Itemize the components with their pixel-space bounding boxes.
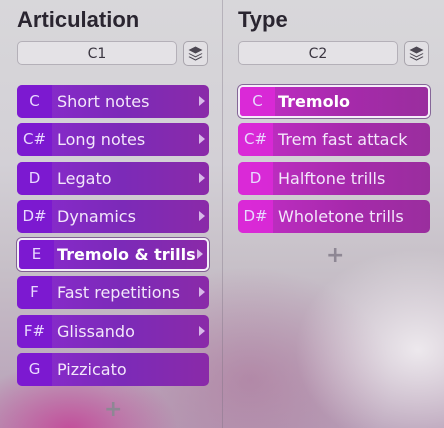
articulation-title: Articulation: [17, 7, 140, 32]
articulation-item-key: D#: [17, 199, 52, 233]
type-item[interactable]: D# Wholetone trills: [238, 199, 430, 233]
chevron-right-icon[interactable]: [199, 325, 205, 336]
articulation-item-key: D: [17, 161, 52, 195]
articulation-item-key: C#: [17, 123, 52, 157]
chevron-right-icon[interactable]: [199, 172, 205, 183]
articulation-item[interactable]: E Tremolo & trills: [17, 238, 209, 272]
type-item[interactable]: C# Trem fast attack: [238, 123, 430, 157]
type-item-key: D: [238, 161, 273, 195]
add-type-button[interactable]: +: [326, 245, 344, 267]
articulation-item-label: Tremolo & trills: [57, 245, 196, 265]
type-item-label: Trem fast attack: [278, 130, 408, 150]
articulation-item[interactable]: F Fast repetitions: [17, 276, 209, 310]
type-item-key: C: [240, 87, 275, 116]
add-articulation-button[interactable]: +: [104, 399, 122, 421]
articulation-item[interactable]: D# Dynamics: [17, 199, 209, 233]
articulation-item-label: Long notes: [57, 130, 146, 150]
type-item-key: D#: [238, 199, 273, 233]
articulation-item-key: G: [17, 353, 52, 387]
articulation-item-key: F#: [17, 314, 52, 348]
type-title: Type: [238, 7, 288, 32]
chevron-right-icon[interactable]: [197, 249, 203, 260]
layers-icon: [409, 46, 424, 61]
layers-icon: [188, 46, 203, 61]
type-item[interactable]: C Tremolo: [238, 85, 430, 118]
chevron-right-icon[interactable]: [199, 287, 205, 298]
type-layers-button[interactable]: [404, 41, 429, 66]
articulation-item-label: Fast repetitions: [57, 283, 181, 303]
articulation-item-label: Legato: [57, 168, 112, 188]
chevron-right-icon[interactable]: [199, 210, 205, 221]
type-column: Type C2 C Tremolo C# Trem fast attack D Halft…: [223, 0, 444, 428]
articulation-item[interactable]: F# Glissando: [17, 314, 209, 348]
type-list: C Tremolo C# Trem fast attack D Halftone tril…: [238, 85, 430, 238]
articulation-item[interactable]: C# Long notes: [17, 123, 209, 157]
articulation-key-selector[interactable]: C1: [17, 41, 177, 65]
type-item[interactable]: D Halftone trills: [238, 161, 430, 195]
chevron-right-icon[interactable]: [199, 134, 205, 145]
articulation-item-key: F: [17, 276, 52, 310]
articulation-item[interactable]: G Pizzicato: [17, 353, 209, 387]
articulation-item-label: Short notes: [57, 92, 150, 111]
type-item-label: Halftone trills: [278, 168, 386, 188]
type-item-label: Tremolo: [278, 92, 351, 111]
articulation-item[interactable]: D Legato: [17, 161, 209, 195]
articulation-layers-button[interactable]: [183, 41, 208, 66]
articulation-column: Articulation C1 C Short notes C# Long notes…: [0, 0, 222, 428]
articulation-item-key: E: [19, 240, 54, 270]
chevron-right-icon[interactable]: [199, 96, 205, 106]
type-item-key: C#: [238, 123, 273, 157]
articulation-item-label: Dynamics: [57, 206, 136, 226]
articulation-list: C Short notes C# Long notes D Legato D# Dynamic…: [17, 85, 209, 391]
type-key-selector[interactable]: C2: [238, 41, 398, 65]
articulation-item-label: Pizzicato: [57, 360, 127, 380]
articulation-item-label: Glissando: [57, 321, 135, 341]
articulation-item[interactable]: C Short notes: [17, 85, 209, 118]
type-item-label: Wholetone trills: [278, 206, 404, 226]
articulation-item-key: C: [17, 85, 52, 118]
